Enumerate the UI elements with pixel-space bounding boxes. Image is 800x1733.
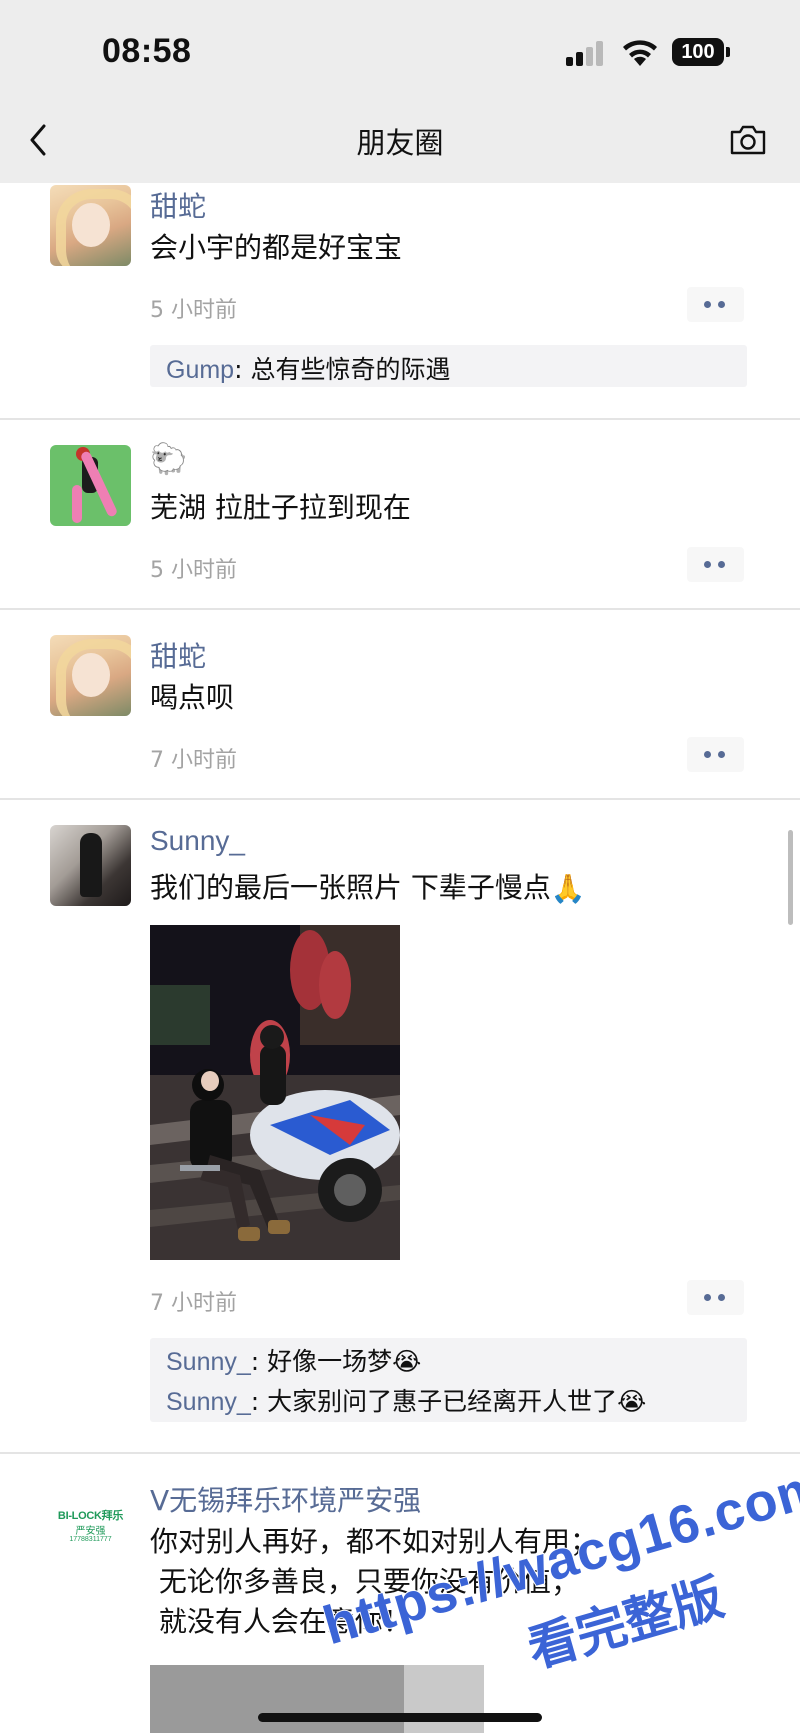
more-actions-button[interactable]	[687, 547, 744, 582]
post-text: 我们的最后一张照片 下辈子慢点🙏	[150, 868, 586, 909]
avatar[interactable]	[50, 825, 131, 906]
comment-text: : 总有些惊奇的际遇	[234, 355, 451, 384]
post-author[interactable]: 甜蛇	[150, 185, 206, 225]
avatar[interactable]	[50, 445, 131, 526]
comments-box: Sunny_: 好像一场梦😭 Sunny_: 大家别问了惠子已经离开人世了😭	[150, 1338, 747, 1422]
moments-screen: 甜蛇 会小宇的都是好宝宝 5 小时前 Gump: 总有些惊奇的际遇 🐑 芜湖 拉…	[0, 0, 800, 1733]
comment-author[interactable]: Sunny_	[166, 1348, 251, 1376]
comment-text: : 大家别问了惠子已经离开人世了	[250, 1387, 618, 1416]
post-author[interactable]: Sunny_	[150, 825, 245, 857]
scrollbar[interactable]	[788, 830, 793, 925]
wifi-icon	[623, 40, 657, 66]
more-actions-button[interactable]	[687, 737, 744, 772]
more-actions-button[interactable]	[687, 1280, 744, 1315]
comment-author[interactable]: Sunny_	[166, 1388, 251, 1416]
top-bar: 08:58 100 朋友圈	[0, 0, 800, 183]
post-photo[interactable]	[150, 925, 400, 1260]
crying-emoji-icon: 😭	[392, 1347, 422, 1376]
post-author[interactable]: 🐑	[150, 442, 187, 477]
home-indicator[interactable]	[258, 1713, 542, 1722]
avatar[interactable]	[50, 635, 131, 716]
comment-author[interactable]: Gump	[166, 356, 234, 384]
comment: Gump: 总有些惊奇的际遇	[166, 350, 450, 386]
battery-icon: 100	[672, 38, 730, 66]
comment: Sunny_: 好像一场梦😭	[166, 1342, 421, 1378]
post-item: 🐑 芜湖 拉肚子拉到现在 5 小时前	[0, 420, 800, 610]
crying-emoji-icon: 😭	[617, 1387, 647, 1416]
pray-emoji-icon: 🙏	[550, 872, 586, 905]
post-photo-edge	[404, 1665, 484, 1733]
post-author[interactable]: 甜蛇	[150, 635, 206, 675]
post-text: 你对别人再好，都不如对别人有用； 无论你多善良，只要你没有价值； 就没有人会在意…	[150, 1525, 599, 1638]
post-time: 5 小时前	[150, 298, 237, 323]
post-item: Sunny_ 我们的最后一张照片 下辈子慢点🙏 7 小时前 Sunny_: 好像…	[0, 800, 800, 1454]
post-time: 7 小时前	[150, 748, 237, 773]
comments-box: Gump: 总有些惊奇的际遇	[150, 345, 747, 387]
avatar[interactable]	[50, 185, 131, 266]
status-time: 08:58	[102, 32, 192, 70]
post-text: 会小宇的都是好宝宝	[150, 231, 403, 264]
comment-text: : 好像一场梦	[250, 1347, 393, 1376]
comment: Sunny_: 大家别问了惠子已经离开人世了😭	[166, 1382, 646, 1418]
post-item: 甜蛇 喝点呗 7 小时前	[0, 610, 800, 800]
post-text: 芜湖 拉肚子拉到现在	[150, 491, 411, 524]
signal-icon	[566, 40, 606, 66]
page-title: 朋友圈	[356, 126, 444, 160]
logo-name: 严安强	[75, 1526, 106, 1537]
more-actions-button[interactable]	[687, 287, 744, 322]
logo-tel: 17788311777	[69, 1536, 112, 1543]
post-time: 5 小时前	[150, 558, 237, 583]
post-time: 7 小时前	[150, 1291, 237, 1316]
camera-icon[interactable]	[728, 122, 768, 158]
post-text: 喝点呗	[150, 681, 235, 714]
avatar[interactable]: BI-LOCK拜乐 严安强 17788311777	[50, 1479, 131, 1560]
post-author[interactable]: V无锡拜乐环境严安强	[150, 1479, 421, 1519]
logo-brand: BI-LOCK拜乐	[57, 1510, 124, 1522]
